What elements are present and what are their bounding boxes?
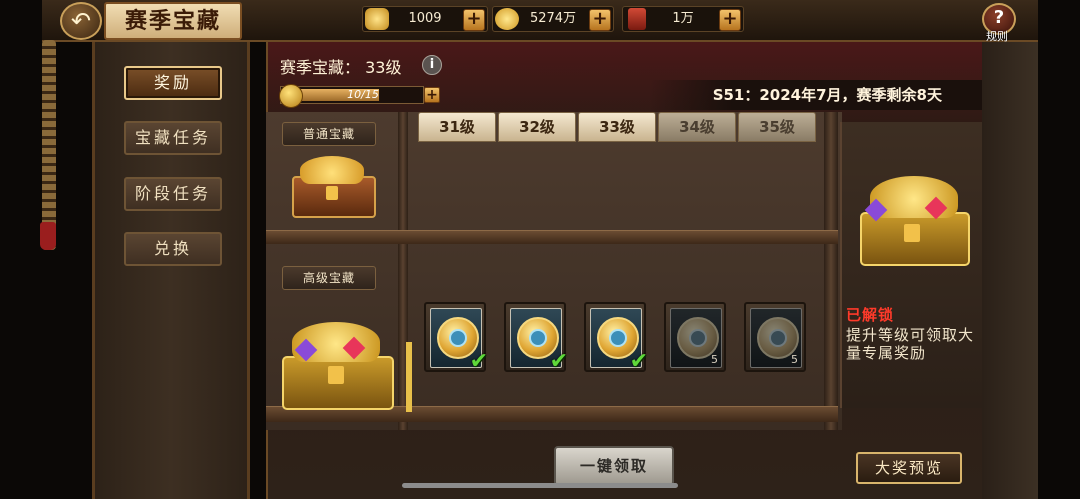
reward-slot-32[interactable]: ✔	[504, 302, 568, 374]
grand-chest-icon	[856, 172, 970, 266]
sidebar-item-treasure-tasks[interactable]: 宝藏任务	[124, 121, 222, 155]
treasure-level-title: 赛季宝藏： 33级	[280, 54, 401, 78]
unlock-status: 已解锁	[846, 306, 895, 324]
resource-coins: 5274万 +	[492, 6, 614, 32]
level-progress-bar: 10/15	[279, 84, 424, 108]
season-info: S51：2024年7月，赛季剩余8天	[650, 80, 982, 110]
reward-slot-33[interactable]: ✔	[584, 302, 648, 374]
shelf-post	[824, 112, 838, 430]
red-ticket-icon	[628, 8, 646, 30]
level-tab-31[interactable]: 31级	[418, 112, 496, 142]
normal-treasure-label: 普通宝藏	[282, 122, 376, 146]
advanced-chest-icon	[278, 318, 394, 410]
chain-decoration	[42, 40, 56, 250]
level-tab-34[interactable]: 34级	[658, 112, 736, 142]
add-coins-button[interactable]: +	[589, 9, 611, 31]
gold-coin-icon	[495, 8, 519, 30]
progress-text: 10/15	[347, 88, 379, 101]
grand-prize-preview-button[interactable]: 大奖预览	[856, 452, 962, 484]
row-highlight	[406, 342, 412, 412]
resource-value: 5274万	[529, 11, 577, 26]
level-tab-33[interactable]: 33级	[578, 112, 656, 142]
resource-yuanbao: 1009 +	[362, 6, 488, 32]
page-title: 赛季宝藏	[104, 2, 242, 40]
treasure-coin-icon	[279, 84, 303, 108]
add-yuanbao-button[interactable]: +	[463, 9, 485, 31]
home-indicator	[402, 483, 678, 488]
advanced-treasure-label: 高级宝藏	[282, 266, 376, 290]
normal-chest-icon	[292, 150, 376, 218]
reward-slot-31[interactable]: ✔	[424, 302, 488, 374]
claimed-check-icon: ✔	[549, 349, 568, 374]
claimed-check-icon: ✔	[469, 349, 488, 374]
reward-slot-34[interactable]: 5	[664, 302, 726, 372]
sidebar-item-rewards[interactable]: 奖励	[124, 66, 222, 100]
treasure-level: 33级	[365, 58, 402, 77]
reward-slot-35[interactable]: 5	[744, 302, 806, 372]
add-token-button[interactable]: +	[719, 9, 741, 31]
right-frame	[982, 42, 1038, 499]
tassel-decoration	[40, 222, 56, 250]
sidebar	[92, 42, 250, 499]
rules-button[interactable]: ? 规则	[978, 3, 1016, 43]
back-button[interactable]: ↶	[60, 2, 102, 40]
unlock-description: 提升等级可领取大量专属奖励	[846, 326, 975, 362]
claim-all-button[interactable]: 一键领取	[554, 446, 674, 486]
gold-ingot-icon	[365, 8, 389, 30]
claimed-check-icon: ✔	[629, 349, 648, 374]
sidebar-item-exchange[interactable]: 兑换	[124, 232, 222, 266]
treasure-title-label: 赛季宝藏：	[280, 58, 361, 77]
level-tab-32[interactable]: 32级	[498, 112, 576, 142]
buy-level-button[interactable]: +	[424, 87, 440, 103]
reward-count: 5	[711, 353, 718, 366]
level-tab-35[interactable]: 35级	[738, 112, 816, 142]
resource-value: 1万	[672, 11, 694, 26]
shelf-board	[266, 230, 838, 244]
resource-value: 1009	[408, 11, 442, 26]
info-icon[interactable]: i	[422, 55, 442, 75]
sidebar-item-stage-tasks[interactable]: 阶段任务	[124, 177, 222, 211]
back-arrow-icon: ↶	[70, 7, 92, 35]
reward-count: 5	[791, 353, 798, 366]
resource-token: 1万 +	[622, 6, 744, 32]
